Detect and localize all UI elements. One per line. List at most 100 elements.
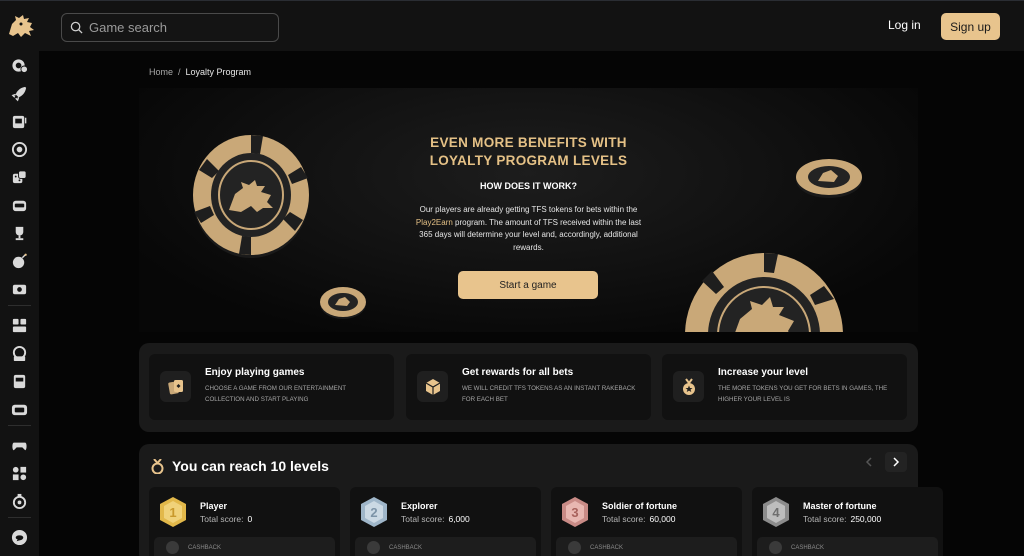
dice-icon[interactable] — [10, 168, 28, 186]
level-badge-icon: 2 — [361, 497, 387, 527]
play2earn-link[interactable]: Play2Earn — [416, 218, 453, 227]
level-reward: CASHBACK — [355, 537, 536, 556]
level-card[interactable]: 1 Player Total score: 0 CASHBACK — [149, 487, 340, 556]
hero-body-text: program. The amount of TFS received with… — [419, 217, 642, 252]
cashback-icon — [166, 541, 179, 554]
live-roulette-icon[interactable] — [10, 344, 28, 362]
feature-card: Get rewards for all bets We will credit … — [406, 354, 651, 420]
poker-chip-small-image — [320, 287, 366, 319]
hero-subtitle: HOW DOES IT WORK? — [480, 181, 577, 191]
chevron-right-icon — [893, 457, 900, 467]
cashback-icon — [568, 541, 581, 554]
level-name: Soldier of fortune — [602, 501, 677, 511]
feature-description: Choose a game from our entertainment col… — [205, 385, 346, 403]
score-label: Total score: — [602, 514, 646, 524]
svg-text:2: 2 — [370, 505, 377, 520]
score-value: 250,000 — [850, 514, 882, 524]
live-cards-icon[interactable] — [10, 316, 28, 334]
score-label: Total score: — [401, 514, 445, 524]
slot-machine-icon[interactable] — [10, 112, 28, 130]
level-name: Explorer — [401, 501, 438, 511]
medal-icon — [151, 458, 164, 474]
feature-title: Increase your level — [718, 367, 809, 378]
cashback-label: CASHBACK — [389, 545, 423, 551]
roulette-icon[interactable] — [10, 140, 28, 158]
feature-card: Enjoy playing games Choose a game from o… — [149, 354, 394, 420]
login-link[interactable]: Log in — [888, 18, 921, 32]
prev-button[interactable] — [858, 452, 880, 472]
level-reward: CASHBACK — [556, 537, 737, 556]
hero-title-line1: EVEN MORE BENEFITS WITH — [430, 135, 627, 150]
hero-title-line2: LOYALTY PROGRAM LEVELS — [429, 153, 628, 168]
levels-header: You can reach 10 levels — [151, 458, 329, 474]
breadcrumb-separator: / — [178, 67, 181, 77]
sidebar-divider — [8, 305, 31, 306]
level-score: Total score: 6,000 — [401, 514, 470, 524]
score-label: Total score: — [200, 514, 244, 524]
rocket-icon[interactable] — [10, 84, 28, 102]
feature-description: The more tokens you get for bets in game… — [718, 385, 888, 403]
medal-icon — [673, 371, 704, 402]
esports-icon[interactable] — [10, 464, 28, 482]
score-value: 60,000 — [649, 514, 676, 524]
breadcrumb-current: Loyalty Program — [185, 67, 252, 77]
svg-text:4: 4 — [772, 505, 780, 520]
level-badge-icon: 4 — [763, 497, 789, 527]
features-panel: Enjoy playing games Choose a game from o… — [139, 343, 918, 432]
level-card[interactable]: 3 Soldier of fortune Total score: 60,000 … — [551, 487, 742, 556]
bomb-icon[interactable] — [10, 252, 28, 270]
cashback-icon — [367, 541, 380, 554]
search-icon — [70, 21, 83, 34]
hero-body-text: Our players are already getting TFS toke… — [419, 205, 638, 214]
hero-title: EVEN MORE BENEFITS WITH LOYALTY PROGRAM … — [139, 134, 918, 170]
lion-logo-icon[interactable] — [6, 12, 36, 40]
level-badge-icon: 3 — [562, 497, 588, 527]
signup-button[interactable]: Sign up — [941, 13, 1000, 40]
sidebar — [0, 51, 39, 556]
search-box[interactable] — [61, 13, 279, 42]
support-chat-icon[interactable] — [10, 528, 28, 546]
level-name: Player — [200, 501, 228, 511]
ticket-icon[interactable] — [10, 280, 28, 298]
live-slot-icon[interactable] — [10, 372, 28, 390]
breadcrumb: Home / Loyalty Program — [149, 67, 251, 77]
trophy-icon[interactable] — [10, 224, 28, 242]
level-score: Total score: 0 — [200, 514, 252, 524]
sidebar-divider — [8, 517, 31, 518]
level-reward: CASHBACK — [154, 537, 335, 556]
hero-description: Our players are already getting TFS toke… — [409, 204, 648, 254]
poker-chip-play-icon[interactable] — [10, 56, 28, 74]
gamepad-icon[interactable] — [10, 436, 28, 454]
level-score: Total score: 60,000 — [602, 514, 675, 524]
feature-title: Get rewards for all bets — [462, 367, 574, 378]
feature-card: Increase your level The more tokens you … — [662, 354, 907, 420]
cube-icon — [417, 371, 448, 402]
live-tv-icon[interactable] — [10, 400, 28, 418]
chevron-left-icon — [865, 457, 872, 467]
level-name: Master of fortune — [803, 501, 877, 511]
feature-description: We will credit TFS tokens as an instant … — [462, 385, 636, 403]
level-badge-icon: 1 — [160, 497, 186, 527]
casino-icon[interactable] — [10, 196, 28, 214]
levels-panel: You can reach 10 levels 1 Player Total s… — [139, 444, 943, 556]
cards-icon — [160, 371, 191, 402]
level-card[interactable]: 4 Master of fortune Total score: 250,000 … — [752, 487, 943, 556]
cashback-label: CASHBACK — [791, 545, 825, 551]
cashback-label: CASHBACK — [188, 545, 222, 551]
svg-text:3: 3 — [571, 505, 578, 520]
levels-title: You can reach 10 levels — [172, 458, 329, 474]
top-bar: Log in Sign up — [0, 0, 1024, 51]
breadcrumb-home[interactable]: Home — [149, 67, 173, 77]
lottery-icon[interactable] — [10, 492, 28, 510]
start-game-button[interactable]: Start a game — [458, 271, 598, 299]
next-button[interactable] — [885, 452, 907, 472]
cashback-label: CASHBACK — [590, 545, 624, 551]
level-reward: CASHBACK — [757, 537, 938, 556]
sidebar-divider — [8, 425, 31, 426]
svg-text:1: 1 — [169, 505, 176, 520]
level-score: Total score: 250,000 — [803, 514, 881, 524]
hero-banner: EVEN MORE BENEFITS WITH LOYALTY PROGRAM … — [139, 88, 918, 332]
search-input[interactable] — [89, 20, 269, 35]
level-card[interactable]: 2 Explorer Total score: 6,000 CASHBACK — [350, 487, 541, 556]
poker-chip-large-image — [685, 253, 843, 332]
